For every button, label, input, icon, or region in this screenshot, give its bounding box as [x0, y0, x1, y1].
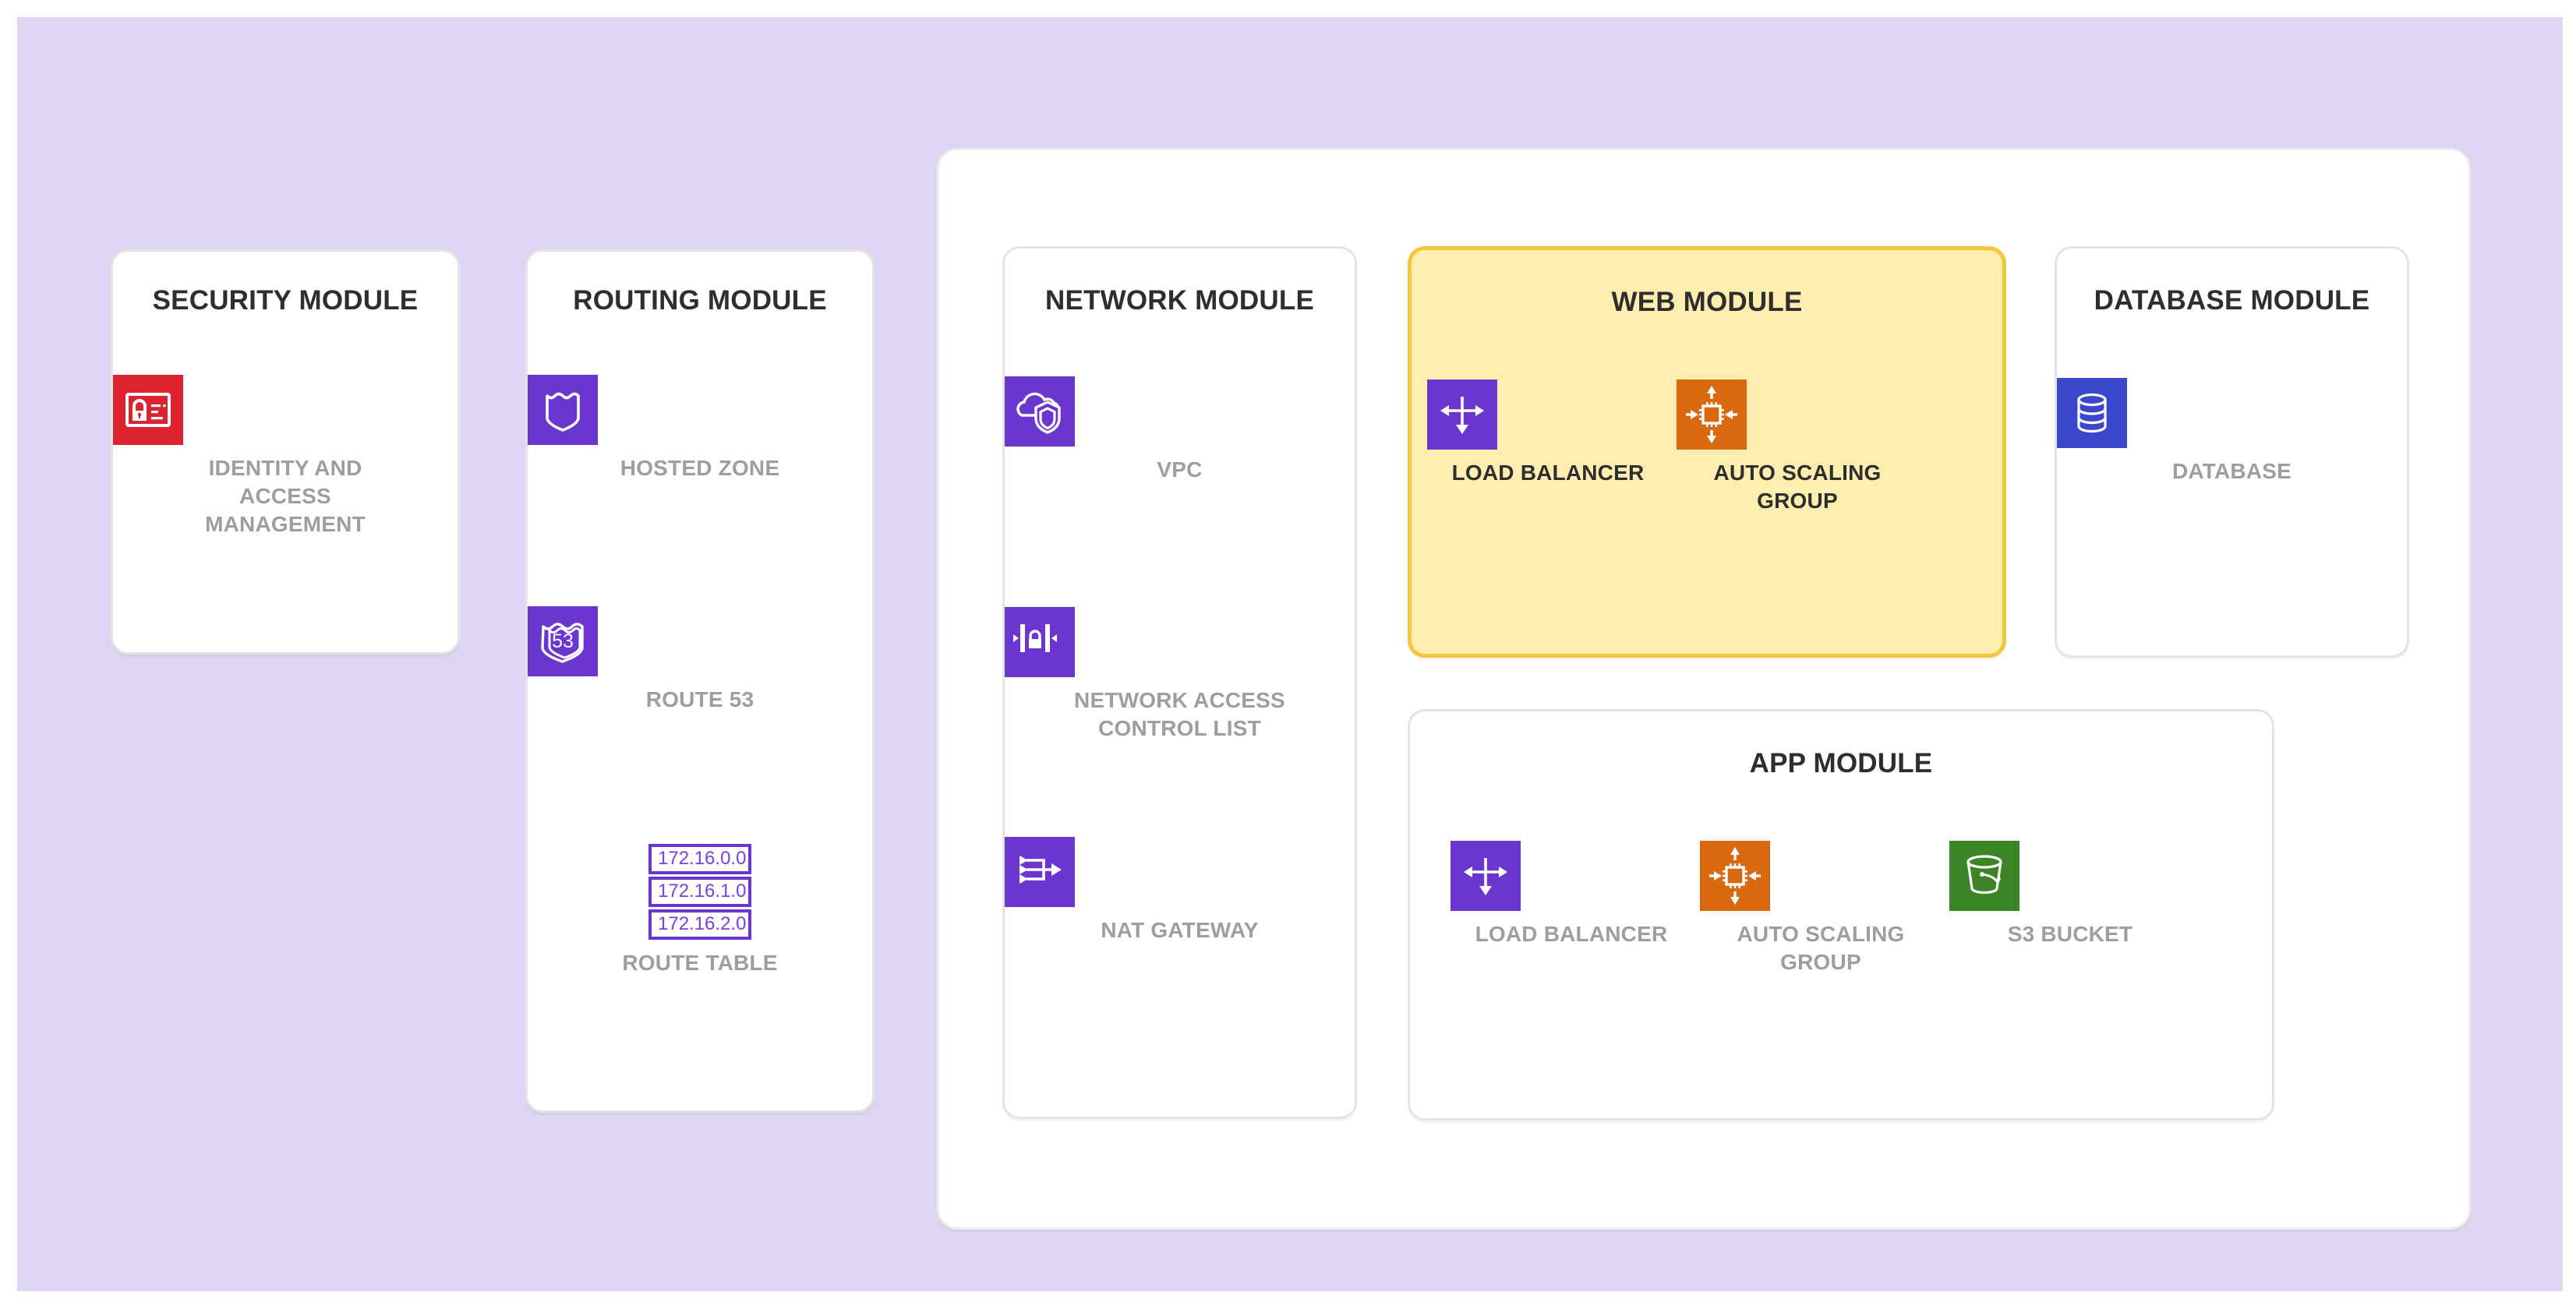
security-module-card[interactable]: SECURITY MODULE IDENTITY AND ACCESS MANA… — [111, 249, 460, 655]
resource-label: S3 BUCKET — [1949, 920, 2191, 948]
resource-label: AUTO SCALING GROUP — [1700, 920, 1942, 976]
resource-label: DATABASE — [2057, 457, 2407, 485]
resource-s3-bucket[interactable]: S3 BUCKET — [1949, 841, 2191, 948]
routing-module-card[interactable]: ROUTING MODULE HOSTED ZONE 53 ROUTE 53 — [525, 249, 875, 1113]
vpc-icon — [1005, 376, 1355, 447]
app-module-card[interactable]: APP MODULE LOAD BALANCER — [1408, 709, 2274, 1121]
route-table-cidr: 172.16.2.0 — [648, 909, 751, 940]
route-table-cidr: 172.16.0.0 — [648, 844, 751, 874]
database-icon — [2057, 378, 2407, 448]
resource-load-balancer[interactable]: LOAD BALANCER — [1427, 379, 1669, 487]
network-acl-icon — [1005, 607, 1355, 677]
resource-label: ROUTE 53 — [528, 686, 872, 714]
resource-network-access-control-list[interactable]: NETWORK ACCESS CONTROL LIST — [1005, 607, 1355, 743]
resource-auto-scaling-group[interactable]: AUTO SCALING GROUP — [1700, 841, 1942, 976]
network-module-card[interactable]: NETWORK MODULE VPC — [1002, 246, 1357, 1119]
resource-database[interactable]: DATABASE — [2057, 378, 2407, 485]
auto-scaling-group-icon — [1700, 841, 1942, 911]
resource-label: LOAD BALANCER — [1427, 459, 1669, 487]
security-module-title: SECURITY MODULE — [113, 286, 458, 316]
iam-icon — [113, 375, 458, 445]
resource-label: IDENTITY AND ACCESS MANAGEMENT — [113, 454, 458, 538]
routing-module-title: ROUTING MODULE — [528, 286, 872, 316]
database-module-title: DATABASE MODULE — [2057, 286, 2407, 316]
resource-load-balancer[interactable]: LOAD BALANCER — [1451, 841, 1692, 948]
resource-hosted-zone[interactable]: HOSTED ZONE — [528, 375, 872, 482]
resource-route-53[interactable]: 53 ROUTE 53 — [528, 606, 872, 714]
route-table-icon: 172.16.0.0 172.16.1.0 172.16.2.0 — [528, 844, 872, 940]
resource-identity-and-access-management[interactable]: IDENTITY AND ACCESS MANAGEMENT — [113, 375, 458, 538]
network-module-title: NETWORK MODULE — [1005, 286, 1355, 316]
resource-auto-scaling-group[interactable]: AUTO SCALING GROUP — [1677, 379, 1918, 515]
svg-text:53: 53 — [552, 630, 574, 652]
resource-label: HOSTED ZONE — [528, 454, 872, 482]
hosted-zone-icon — [528, 375, 872, 445]
web-module-card[interactable]: WEB MODULE LOAD BALANCER — [1408, 246, 2006, 658]
nat-gateway-icon — [1005, 837, 1355, 907]
diagram-canvas: SECURITY MODULE IDENTITY AND ACCESS MANA… — [17, 17, 2563, 1291]
resource-label: VPC — [1005, 456, 1355, 484]
web-module-title: WEB MODULE — [1412, 288, 2002, 318]
auto-scaling-group-icon — [1677, 379, 1918, 450]
resource-nat-gateway[interactable]: NAT GATEWAY — [1005, 837, 1355, 944]
resource-label: ROUTE TABLE — [528, 949, 872, 977]
resource-route-table[interactable]: 172.16.0.0 172.16.1.0 172.16.2.0 ROUTE T… — [528, 844, 872, 977]
resource-label: AUTO SCALING GROUP — [1677, 459, 1918, 515]
s3-bucket-icon — [1949, 841, 2191, 911]
resource-label: NAT GATEWAY — [1005, 916, 1355, 944]
load-balancer-icon — [1451, 841, 1692, 911]
database-module-card[interactable]: DATABASE MODULE DATABASE — [2055, 246, 2409, 658]
route-table-cidr: 172.16.1.0 — [648, 877, 751, 907]
resource-label: NETWORK ACCESS CONTROL LIST — [1005, 687, 1355, 743]
resource-vpc[interactable]: VPC — [1005, 376, 1355, 484]
resource-label: LOAD BALANCER — [1451, 920, 1692, 948]
load-balancer-icon — [1427, 379, 1669, 450]
app-module-title: APP MODULE — [1410, 749, 2272, 779]
route-53-icon: 53 — [528, 606, 872, 676]
